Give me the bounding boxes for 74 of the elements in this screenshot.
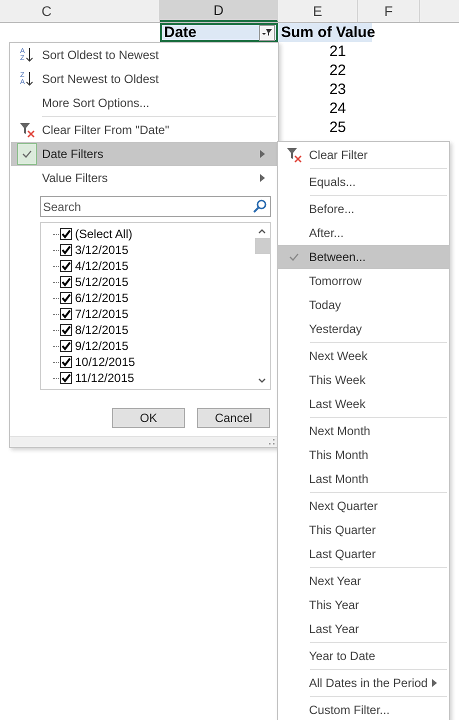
- menu-item[interactable]: Last Month: [278, 467, 449, 491]
- checkmark-icon: [16, 143, 36, 165]
- checkbox[interactable]: [60, 356, 72, 368]
- list-item-label: 8/12/2015: [75, 323, 128, 337]
- list-item-label: 3/12/2015: [75, 243, 128, 257]
- scroll-up-icon: [258, 228, 266, 234]
- ok-button[interactable]: OK: [112, 408, 185, 428]
- search-icon: [253, 199, 267, 213]
- menu-item[interactable]: Next Quarter: [278, 494, 449, 518]
- clear-filter-icon: [18, 122, 34, 138]
- menu-item[interactable]: This Week: [278, 368, 449, 392]
- menu-item[interactable]: Clear Filter From "Date": [11, 118, 277, 142]
- menu-item[interactable]: This Year: [278, 593, 449, 617]
- list-item-label: 6/12/2015: [75, 291, 128, 305]
- checkmark-icon: [288, 253, 298, 261]
- menu-item[interactable]: After...: [278, 221, 449, 245]
- menu-item[interactable]: Next Month: [278, 419, 449, 443]
- menu-item[interactable]: Tomorrow: [278, 269, 449, 293]
- menu-item[interactable]: Today: [278, 293, 449, 317]
- list-item-label: 9/12/2015: [75, 339, 128, 353]
- checkbox[interactable]: [60, 292, 72, 304]
- scroll-down-icon: [258, 378, 266, 384]
- menu-item[interactable]: This Month: [278, 443, 449, 467]
- menu-item[interactable]: Clear Filter: [278, 143, 449, 167]
- checkbox[interactable]: [60, 244, 72, 256]
- menu-item[interactable]: Yesterday: [278, 317, 449, 341]
- resize-grip-icon: [269, 439, 275, 445]
- submenu-arrow-icon: [260, 150, 265, 158]
- submenu-arrow-icon: [260, 174, 265, 182]
- checkbox[interactable]: [60, 340, 72, 352]
- menu-item[interactable]: Last Week: [278, 392, 449, 416]
- menu-item[interactable]: Last Quarter: [278, 542, 449, 566]
- list-item-label: 5/12/2015: [75, 275, 128, 289]
- submenu-arrow-icon: [432, 679, 437, 687]
- menu-item[interactable]: All Dates in the Period: [278, 671, 449, 695]
- active-cell[interactable]: Date: [160, 23, 278, 42]
- checkbox[interactable]: [60, 324, 72, 336]
- cancel-button[interactable]: Cancel: [197, 408, 270, 428]
- filter-dropdown-button[interactable]: [259, 24, 275, 40]
- list-item-label: 7/12/2015: [75, 307, 128, 321]
- checkbox[interactable]: [60, 260, 72, 272]
- menu-item[interactable]: Between...: [278, 245, 449, 269]
- menu-item[interactable]: Equals...: [278, 170, 449, 194]
- menu-item[interactable]: This Quarter: [278, 518, 449, 542]
- search-field[interactable]: Search: [40, 196, 271, 217]
- column-header[interactable]: D: [160, 0, 278, 22]
- clear-filter-icon: [286, 147, 302, 163]
- scrollbar-thumb[interactable]: [254, 238, 270, 254]
- list-item-label: 4/12/2015: [75, 259, 128, 273]
- menu-item[interactable]: Value Filters: [11, 166, 277, 190]
- filter-icon: [262, 28, 272, 37]
- column-header[interactable]: E: [278, 0, 358, 22]
- list-item-label: 11/12/2015: [75, 371, 134, 385]
- menu-item[interactable]: Custom Filter...: [278, 698, 449, 720]
- menu-item[interactable]: Date Filters: [11, 142, 277, 166]
- table-cell-text: 22: [328, 61, 347, 80]
- list-item-label: 10/12/2015: [75, 355, 136, 369]
- table-cell-text: 23: [328, 80, 347, 99]
- column-header[interactable]: F: [358, 0, 420, 22]
- checkbox[interactable]: [60, 372, 72, 384]
- menu-item[interactable]: Year to Date: [278, 644, 449, 668]
- menu-item[interactable]: Last Year: [278, 617, 449, 641]
- checkbox[interactable]: [60, 308, 72, 320]
- checkbox[interactable]: [60, 228, 72, 240]
- table-cell-text: 24: [328, 99, 347, 118]
- cell-text: Date: [164, 24, 197, 41]
- table-cell-text: 25: [328, 118, 347, 137]
- menu-item[interactable]: Next Week: [278, 344, 449, 368]
- table-cell-text: 21: [328, 42, 347, 61]
- menu-item[interactable]: More Sort Options...: [11, 91, 277, 115]
- menu-item[interactable]: Before...: [278, 197, 449, 221]
- checkbox[interactable]: [60, 276, 72, 288]
- menu-item[interactable]: Next Year: [278, 569, 449, 593]
- list-item-label: (Select All): [75, 227, 132, 241]
